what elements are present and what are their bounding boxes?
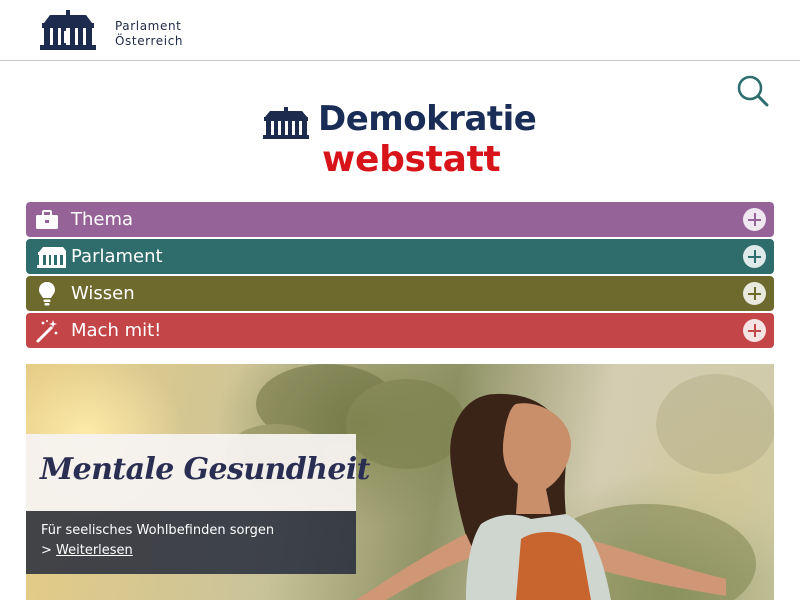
parliament-logo-icon[interactable]	[38, 9, 98, 51]
expand-plus-icon[interactable]	[743, 319, 766, 342]
expand-plus-icon[interactable]	[743, 245, 766, 268]
hero-teaser[interactable]: Mentale Gesundheit Für seelisches Wohlbe…	[26, 364, 774, 600]
nav-item-parlament[interactable]: Parlament	[26, 239, 774, 274]
nav-item-mach-mit[interactable]: Mach mit!	[26, 313, 774, 348]
demokratie-logo-icon[interactable]	[262, 106, 310, 140]
hero-caption: Für seelisches Wohlbefinden sorgen > Wei…	[26, 511, 356, 574]
brand-title[interactable]: Demokratie	[318, 99, 537, 139]
hero-title[interactable]: Mentale Gesundheit	[40, 452, 370, 487]
brand-subtitle[interactable]: webstatt	[322, 139, 501, 180]
org-name-line2: Österreich	[115, 34, 184, 48]
read-more-prefix: >	[41, 543, 57, 558]
search-icon[interactable]	[736, 74, 770, 108]
read-more-link[interactable]: Weiterlesen	[56, 543, 133, 558]
hero-description: Für seelisches Wohlbefinden sorgen	[41, 523, 275, 538]
briefcase-icon	[36, 210, 58, 229]
nav-item-label: Parlament	[71, 246, 163, 267]
nav-item-wissen[interactable]: Wissen	[26, 276, 774, 311]
nav-item-label: Wissen	[71, 283, 135, 304]
lightbulb-icon	[39, 282, 55, 306]
parliament-icon	[37, 247, 66, 268]
top-header: Parlament Österreich	[0, 0, 800, 61]
expand-plus-icon[interactable]	[743, 208, 766, 231]
expand-plus-icon[interactable]	[743, 282, 766, 305]
read-more: > Weiterlesen	[41, 543, 133, 558]
org-name-line1: Parlament	[115, 19, 182, 33]
nav-item-label: Thema	[71, 209, 134, 230]
magic-wand-icon	[36, 320, 58, 343]
hero-title-card: Mentale Gesundheit	[26, 434, 370, 511]
org-name: Parlament Österreich	[115, 19, 183, 49]
nav-item-label: Mach mit!	[71, 320, 162, 341]
nav-item-thema[interactable]: Thema	[26, 202, 774, 237]
